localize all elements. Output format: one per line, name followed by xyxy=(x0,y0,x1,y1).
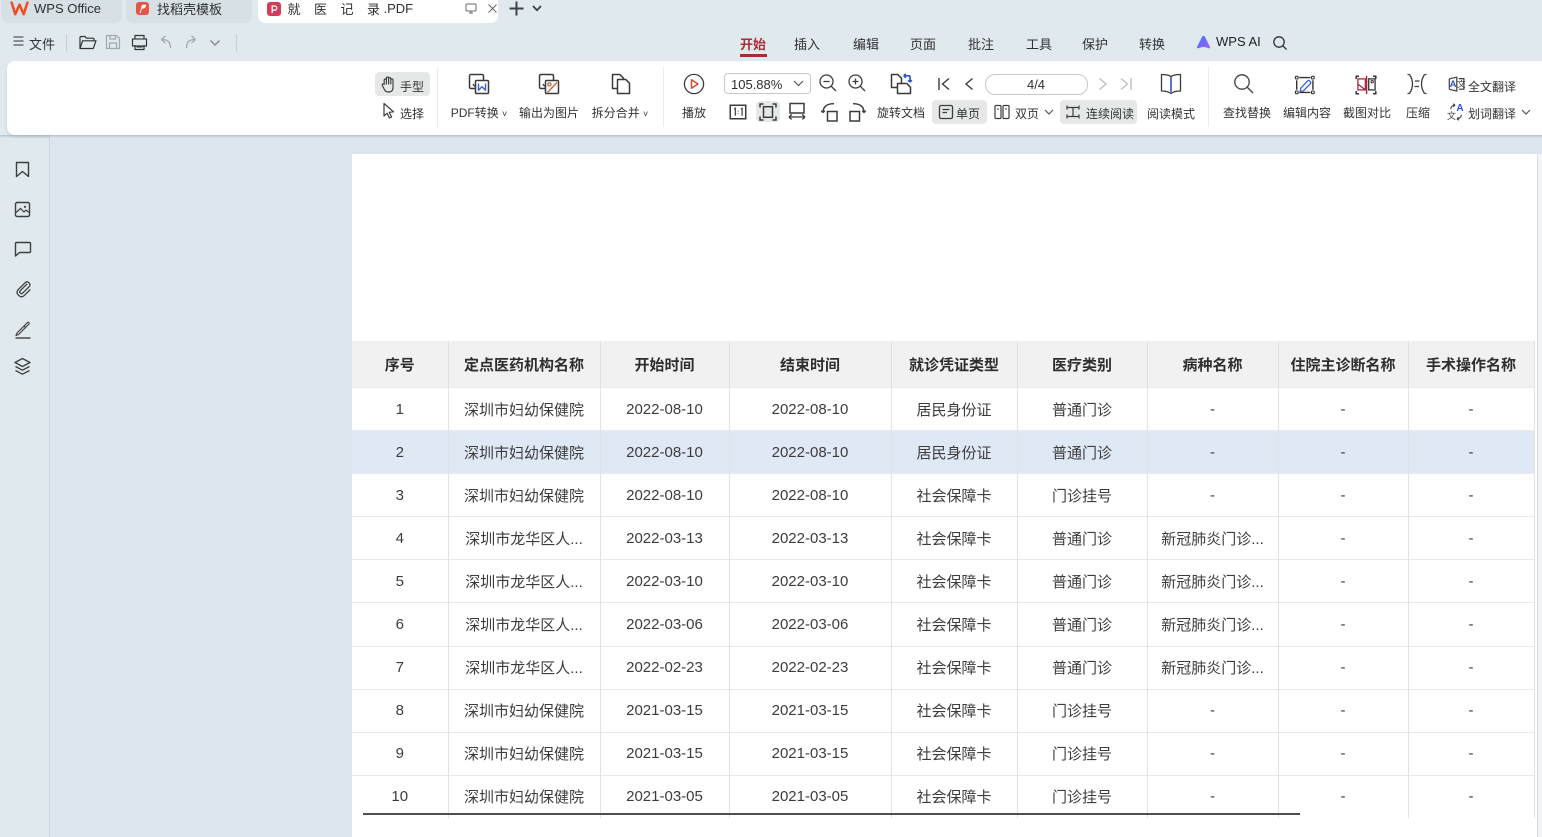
svg-text:A: A xyxy=(1450,79,1457,90)
svg-text:文: 文 xyxy=(1447,110,1456,121)
svg-text:A: A xyxy=(1456,103,1463,114)
svg-text:文: 文 xyxy=(1457,79,1466,89)
